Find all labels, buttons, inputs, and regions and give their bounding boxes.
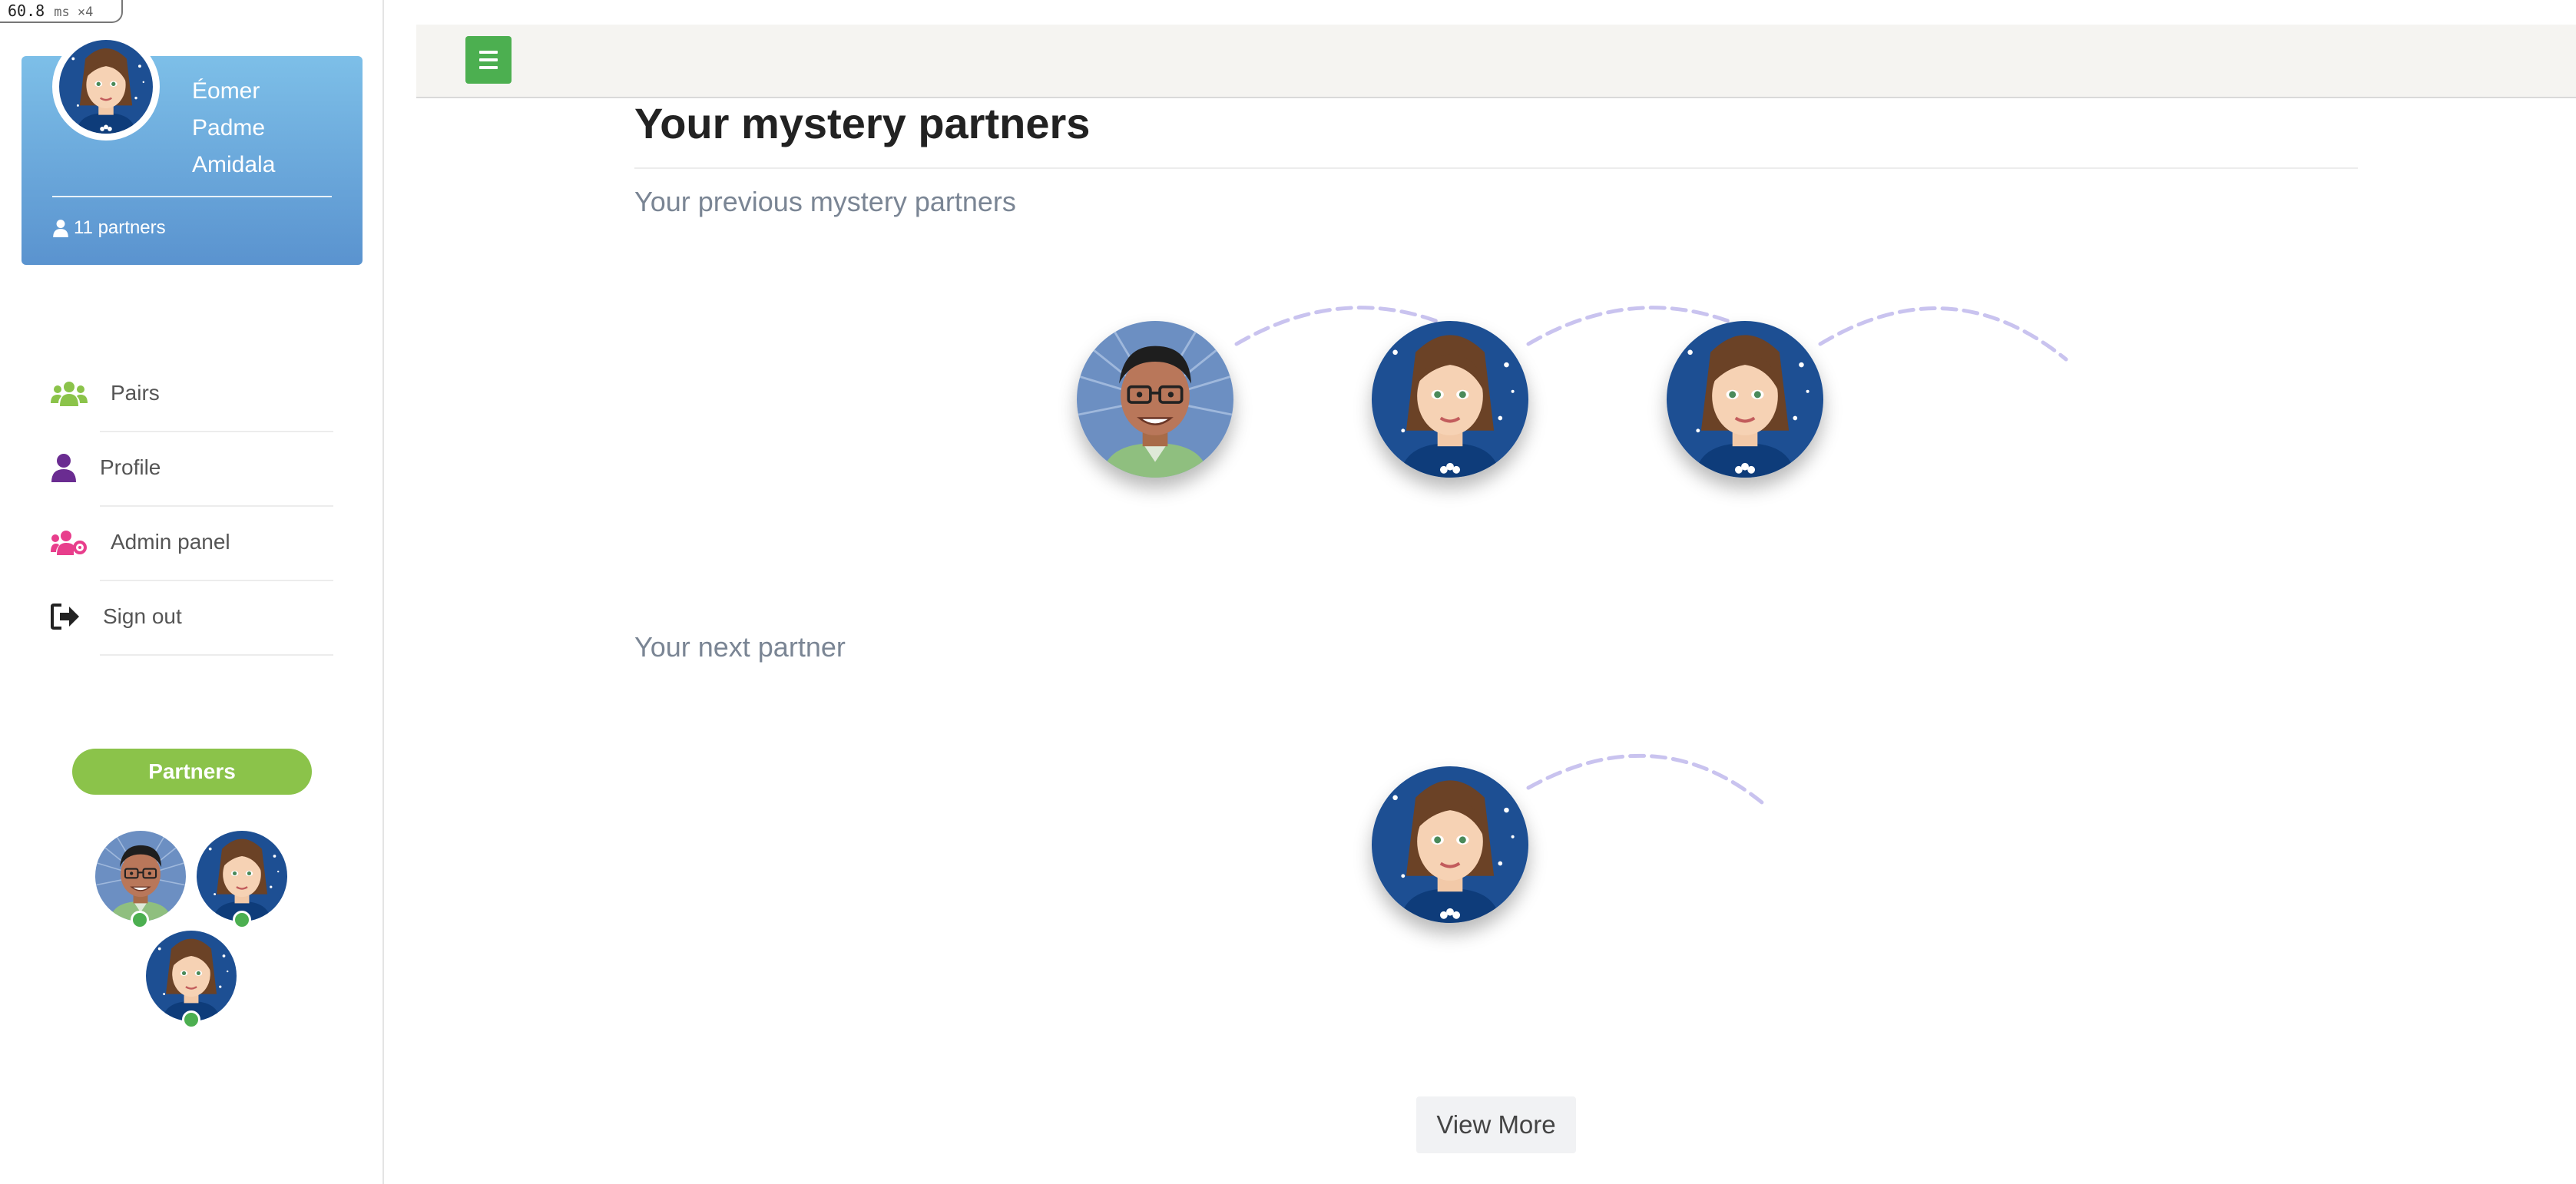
- title-divider: [634, 167, 2358, 169]
- partner-avatar-mini[interactable]: [95, 831, 186, 921]
- partners-button[interactable]: Partners: [72, 749, 312, 795]
- previous-partners-heading: Your previous mystery partners: [634, 186, 1016, 217]
- previous-partner-avatar[interactable]: [1077, 321, 1233, 478]
- sidebar-item-sign-out[interactable]: Sign out: [0, 581, 384, 656]
- arc-connector: [1818, 306, 2068, 362]
- woman-avatar-icon: [1372, 766, 1528, 923]
- previous-partner-avatar[interactable]: [1667, 321, 1823, 478]
- sidebar-item-admin-panel-label: Admin panel: [111, 530, 230, 554]
- woman-avatar-icon: [1667, 321, 1823, 478]
- online-status-dot: [131, 911, 149, 929]
- perf-unit: ms ×4: [54, 5, 94, 20]
- partner-avatar-mini[interactable]: [146, 931, 237, 1021]
- woman-avatar-icon: [146, 931, 237, 1021]
- partner-avatar-mini[interactable]: [197, 831, 287, 921]
- user-avatar[interactable]: [52, 33, 160, 141]
- view-more-button[interactable]: View More: [1416, 1096, 1576, 1153]
- top-bar: [416, 25, 2576, 98]
- woman-avatar-icon: [197, 831, 287, 921]
- sidebar-item-pairs-label: Pairs: [111, 381, 160, 405]
- user-name-line-3: Amidala: [192, 152, 276, 177]
- sidebar-nav: Pairs Profile Admin panel Sign out: [0, 358, 384, 656]
- man-avatar-icon: [95, 831, 186, 921]
- perf-value: 60.8: [8, 2, 45, 20]
- sidebar: Éomer Padme Amidala 11 partners Pairs Pr…: [0, 0, 384, 1184]
- hamburger-icon: [479, 51, 498, 54]
- online-status-dot: [182, 1010, 200, 1029]
- sidebar-item-admin-panel[interactable]: Admin panel: [0, 507, 384, 581]
- sidebar-item-profile-label: Profile: [100, 455, 161, 479]
- nav-divider: [100, 654, 333, 656]
- woman-avatar-icon: [59, 40, 153, 134]
- page-title: Your mystery partners: [634, 99, 1091, 147]
- menu-toggle-button[interactable]: [465, 36, 512, 84]
- users-icon: [51, 378, 88, 408]
- user-icon: [51, 452, 88, 483]
- user-card: Éomer Padme Amidala 11 partners: [22, 33, 363, 265]
- user-name-line-1: Éomer: [192, 78, 260, 104]
- previous-partner-avatar[interactable]: [1372, 321, 1528, 478]
- user-partners-count: 11 partners: [52, 217, 166, 239]
- next-partner-heading: Your next partner: [634, 631, 846, 663]
- users-cog-icon: [51, 527, 88, 557]
- user-name-line-2: Padme: [192, 115, 266, 141]
- sidebar-item-sign-out-label: Sign out: [103, 604, 182, 628]
- user-icon: [53, 220, 68, 237]
- man-avatar-icon: [1077, 321, 1233, 478]
- partners-count-label: 11 partners: [74, 217, 166, 238]
- online-status-dot: [233, 911, 251, 929]
- user-name: Éomer Padme Amidala: [192, 73, 346, 184]
- arc-connector: [1526, 753, 1769, 809]
- next-partner-avatar[interactable]: [1372, 766, 1528, 923]
- woman-avatar-icon: [1372, 321, 1528, 478]
- sidebar-item-profile[interactable]: Profile: [0, 432, 384, 507]
- sidebar-item-pairs[interactable]: Pairs: [0, 358, 384, 432]
- performance-badge: 60.8 ms ×4: [0, 0, 123, 23]
- user-card-divider: [52, 196, 332, 197]
- sign-out-icon: [51, 601, 88, 632]
- connection-arcs: [1234, 306, 2068, 809]
